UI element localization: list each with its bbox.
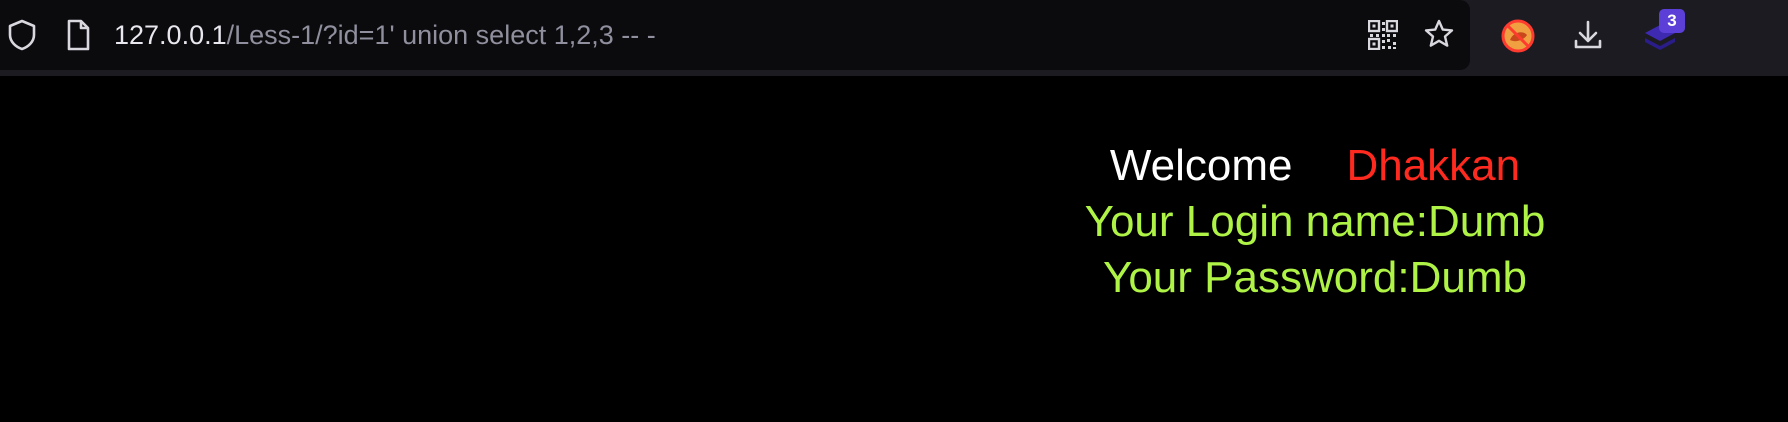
qr-code-icon[interactable] — [1365, 17, 1401, 53]
user-name: Dhakkan — [1346, 141, 1521, 190]
welcome-line: Welcome Dhakkan — [1000, 138, 1630, 194]
extension-icon[interactable] — [1496, 14, 1540, 58]
url-path: /Less-1/?id=1' union select 1,2,3 -- - — [226, 20, 656, 50]
browser-toolbar: 127.0.0.1/Less-1/?id=1' union select 1,2… — [0, 0, 1788, 76]
extension-badge: 3 — [1659, 9, 1685, 33]
login-name-line: Your Login name:Dumb — [1084, 197, 1546, 246]
bookmark-star-icon[interactable] — [1420, 15, 1458, 53]
welcome-label: Welcome — [1109, 141, 1293, 190]
password-line: Your Password:Dumb — [1103, 253, 1527, 302]
page-icon[interactable] — [60, 15, 96, 55]
url-text[interactable]: 127.0.0.1/Less-1/?id=1' union select 1,2… — [114, 17, 656, 53]
url-host: 127.0.0.1 — [114, 20, 227, 50]
address-bar[interactable]: 127.0.0.1/Less-1/?id=1' union select 1,2… — [0, 0, 1470, 70]
download-icon[interactable] — [1568, 15, 1608, 55]
shield-icon[interactable] — [2, 15, 42, 55]
